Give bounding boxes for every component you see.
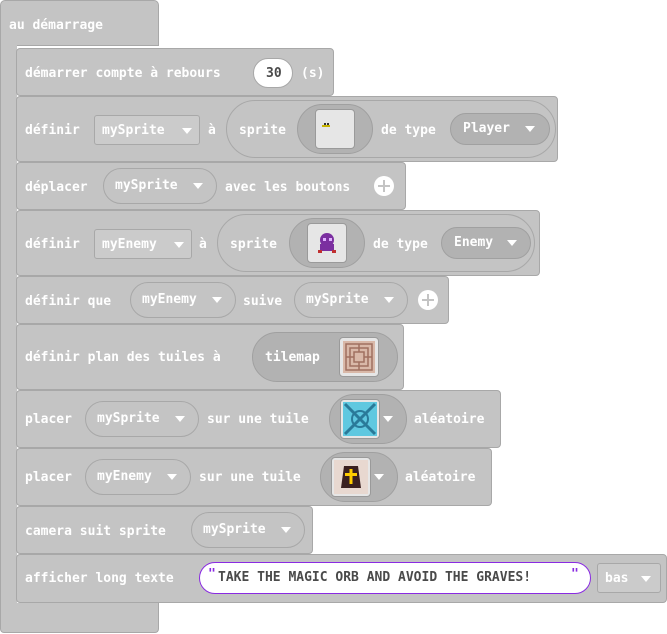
chevron-down-icon [182, 128, 192, 134]
enemy-kind-label: Enemy [454, 235, 494, 250]
player-image-slot[interactable] [297, 104, 373, 154]
sprite-keyword: sprite [230, 237, 277, 252]
countdown-seconds-value: 30 [266, 66, 282, 81]
random-label: aléatoire [405, 470, 476, 485]
chevron-down-icon [641, 576, 651, 582]
tilemap-reporter[interactable]: tilemap [252, 332, 398, 382]
set-enemy-sprite-block[interactable]: définir myEnemy à sprite de type Enemy [16, 210, 540, 276]
countdown-unit: (s) [301, 66, 325, 81]
add-option-plus-icon[interactable] [374, 176, 394, 196]
to-keyword: à [208, 123, 216, 138]
countdown-label: démarrer compte à rebours [25, 66, 221, 81]
of-kind-keyword: de type [373, 237, 428, 252]
countdown-seconds-input[interactable]: 30 [253, 58, 293, 88]
move-variable-dropdown[interactable]: mySprite [103, 168, 217, 204]
on-start-hat-block[interactable]: au démarrage [0, 0, 159, 46]
place-enemy-variable-label: myEnemy [97, 469, 152, 484]
chevron-down-icon [167, 474, 177, 480]
move-label: déplacer [25, 180, 88, 195]
player-variable-dropdown[interactable]: mySprite [94, 115, 200, 145]
enemy-sprite-thumbnail [307, 223, 347, 263]
chevron-down-icon [193, 183, 203, 189]
player-tile-picker[interactable] [329, 394, 407, 444]
chevron-down-icon [507, 240, 517, 246]
camera-variable-dropdown[interactable]: mySprite [191, 512, 305, 548]
set-tilemap-block[interactable]: définir plan des tuiles à tilemap [16, 324, 404, 390]
sprite-of-kind-reporter[interactable]: sprite de type Player [226, 100, 556, 158]
sprite-keyword: sprite [239, 123, 286, 138]
chevron-down-icon [374, 474, 384, 480]
player-kind-label: Player [463, 121, 510, 136]
chevron-down-icon [212, 297, 222, 303]
chevron-down-icon [281, 527, 291, 533]
grave-icon [334, 460, 368, 494]
place-enemy-variable-dropdown[interactable]: myEnemy [85, 459, 191, 495]
text-position-label: bas [605, 571, 629, 586]
place-player-variable-label: mySprite [97, 411, 160, 426]
quote-close: " [571, 567, 579, 582]
on-start-spine [0, 44, 17, 606]
move-with-buttons-block[interactable]: déplacer mySprite avec les boutons [16, 162, 406, 210]
player-kind-dropdown[interactable]: Player [450, 113, 550, 145]
chevron-down-icon [175, 416, 185, 422]
enemy-image-slot[interactable] [289, 218, 365, 268]
chevron-down-icon [525, 126, 535, 132]
place-player-variable-dropdown[interactable]: mySprite [85, 401, 199, 437]
move-variable-label: mySprite [115, 178, 178, 193]
player-sprite-thumbnail [315, 109, 355, 149]
place-prefix: placer [25, 470, 72, 485]
chevron-down-icon [383, 416, 393, 422]
place-player-on-tile-block[interactable]: placer mySprite sur une tuile aléatoire [16, 390, 501, 448]
follow-block[interactable]: définir que myEnemy suive mySprite [16, 276, 449, 324]
text-position-dropdown[interactable]: bas [597, 563, 661, 593]
random-label: aléatoire [414, 412, 485, 427]
tile-icon [343, 402, 377, 436]
tilemap-label: tilemap [265, 350, 320, 365]
camera-follow-block[interactable]: camera suit sprite mySprite [16, 506, 313, 554]
set-keyword: définir [25, 123, 80, 138]
target-variable-dropdown[interactable]: mySprite [294, 282, 408, 318]
show-text-label: afficher long texte [25, 571, 174, 586]
long-text-input[interactable]: " TAKE THE MAGIC ORB AND AVOID THE GRAVE… [199, 562, 591, 594]
tilemap-icon [343, 341, 375, 373]
follow-verb: suive [243, 294, 283, 309]
add-option-plus-icon[interactable] [418, 290, 438, 310]
place-enemy-on-tile-block[interactable]: placer myEnemy sur une tuile aléatoire [16, 448, 492, 506]
enemy-variable-label: myEnemy [102, 237, 157, 252]
enemy-tile-thumbnail [331, 457, 371, 497]
follower-variable-label: myEnemy [142, 292, 197, 307]
chevron-down-icon [174, 242, 184, 248]
chevron-down-icon [384, 297, 394, 303]
on-tile-label: sur une tuile [207, 412, 309, 427]
camera-variable-label: mySprite [203, 522, 266, 537]
show-long-text-block[interactable]: afficher long texte " TAKE THE MAGIC ORB… [16, 554, 667, 603]
quote-open: " [208, 567, 216, 582]
with-buttons-label: avec les boutons [225, 180, 351, 195]
enemy-sprite-icon [318, 233, 336, 253]
camera-label: camera suit sprite [25, 524, 166, 539]
player-variable-label: mySprite [102, 123, 165, 138]
set-keyword: définir [25, 237, 80, 252]
of-kind-keyword: de type [381, 123, 436, 138]
sprite-of-kind-reporter[interactable]: sprite de type Enemy [217, 214, 535, 272]
enemy-variable-dropdown[interactable]: myEnemy [94, 229, 192, 259]
to-keyword: à [199, 237, 207, 252]
enemy-tile-picker[interactable] [320, 452, 398, 502]
on-start-label: au démarrage [9, 18, 103, 33]
countdown-block[interactable]: démarrer compte à rebours 30 (s) [16, 48, 334, 96]
follower-variable-dropdown[interactable]: myEnemy [130, 282, 236, 318]
long-text-value: TAKE THE MAGIC ORB AND AVOID THE GRAVES! [218, 570, 532, 585]
place-prefix: placer [25, 412, 72, 427]
on-start-footer [0, 603, 159, 633]
set-player-sprite-block[interactable]: définir mySprite à sprite de type Player [16, 96, 558, 162]
follow-prefix: définir que [25, 294, 112, 309]
player-sprite-icon [322, 123, 330, 127]
tilemap-prefix: définir plan des tuiles à [25, 350, 221, 365]
enemy-kind-dropdown[interactable]: Enemy [441, 227, 531, 259]
on-tile-label: sur une tuile [199, 470, 301, 485]
player-tile-thumbnail [340, 399, 380, 439]
tilemap-thumbnail [339, 337, 379, 377]
target-variable-label: mySprite [306, 292, 369, 307]
